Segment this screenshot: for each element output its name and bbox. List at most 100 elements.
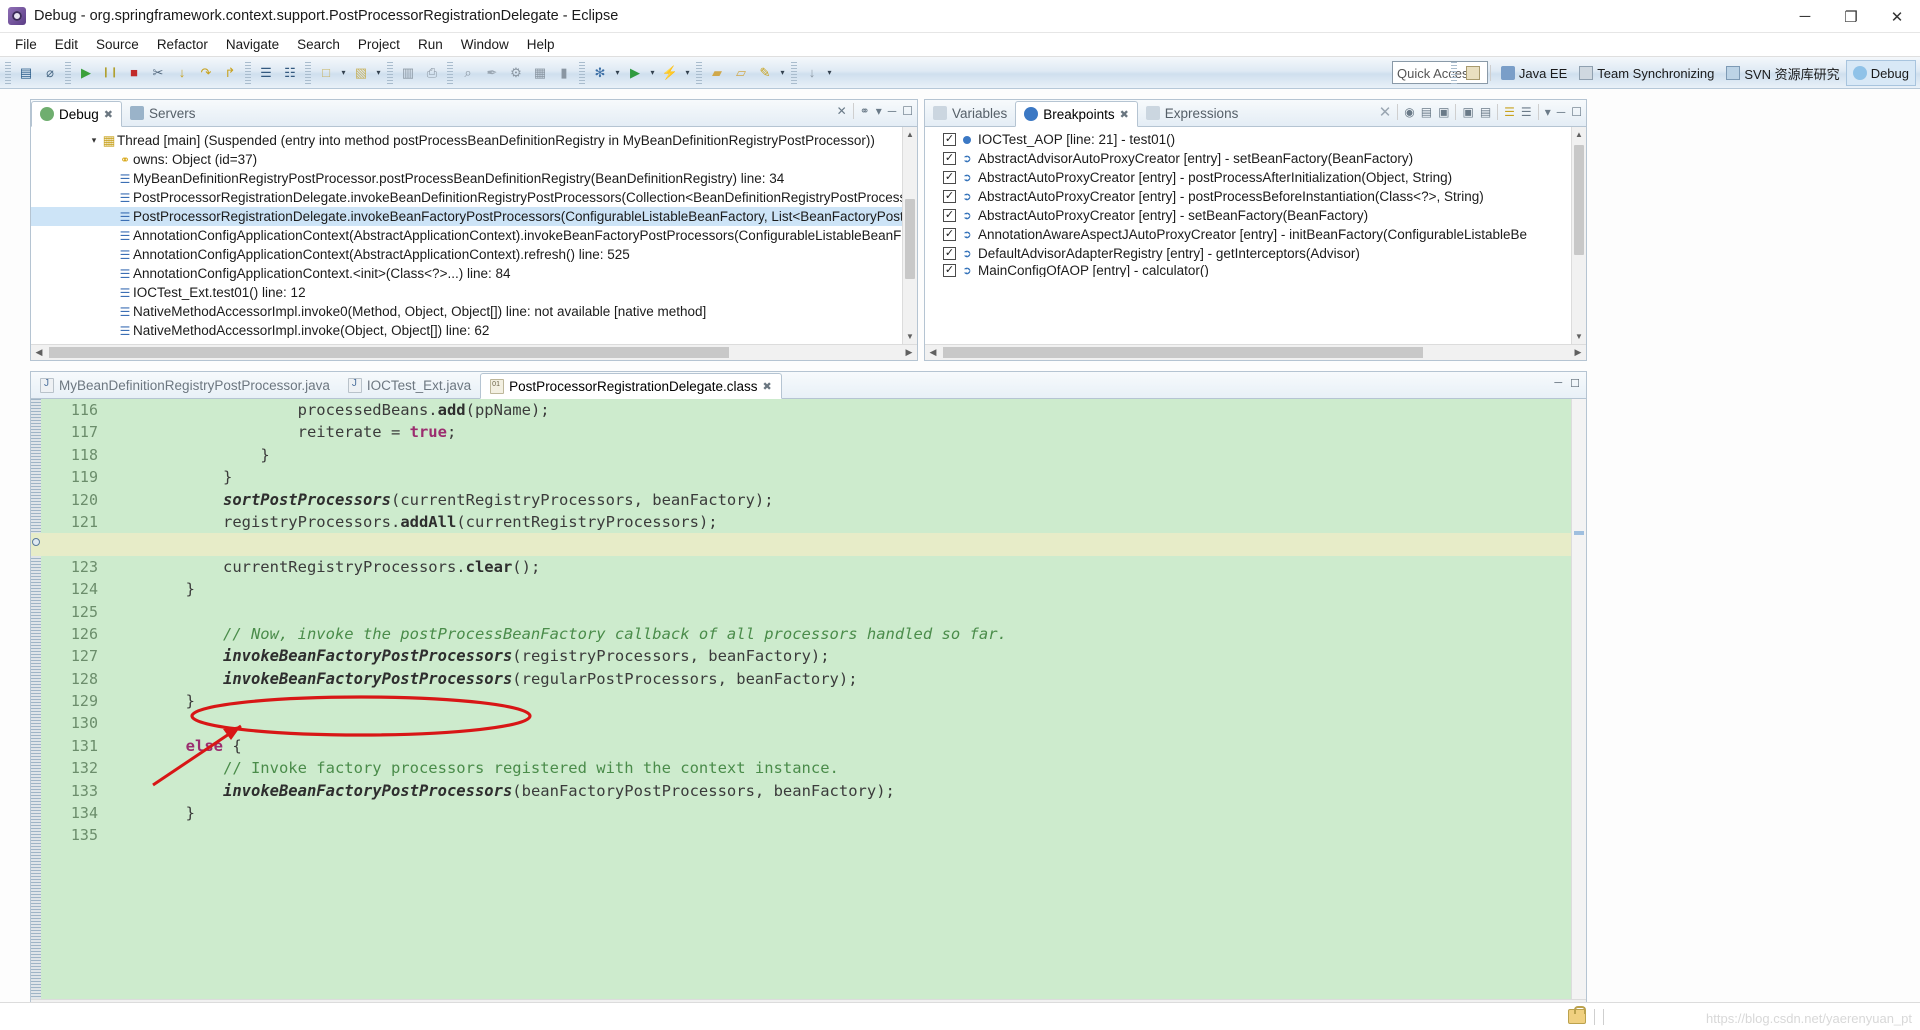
maximize-button[interactable]: ❐ <box>1828 0 1874 33</box>
breakpoint-checkbox[interactable]: ✓ <box>943 190 956 203</box>
breakpoint-checkbox[interactable]: ✓ <box>943 133 956 146</box>
scroll-left-icon[interactable]: ◀ <box>31 345 47 360</box>
stack-row[interactable]: ☰ AnnotationConfigApplicationContext(Abs… <box>31 226 917 245</box>
tab-variables[interactable]: Variables <box>925 100 1015 126</box>
code-line[interactable]: processedBeans.add(ppName); <box>105 399 1586 421</box>
search-button[interactable]: ⌕ <box>456 61 480 85</box>
open-folder-button[interactable]: ▰ <box>705 61 729 85</box>
stack-row[interactable]: ☰ NativeMethodAccessorImpl.invoke0(Metho… <box>31 302 917 321</box>
perspective-team-synchronizing[interactable]: Team Synchronizing <box>1573 60 1720 86</box>
skip-breakpoints-icon[interactable]: ☰ <box>1504 105 1515 119</box>
view-menu-icon[interactable]: ▾ <box>876 104 882 118</box>
collapse-all-icon[interactable]: ✕ <box>837 104 847 118</box>
run-launch-button[interactable]: ▶ <box>623 61 647 85</box>
code-area[interactable]: 116 117 118 119 120 121 122 123 124 125 … <box>31 399 1586 1015</box>
minimize-icon[interactable]: ─ <box>888 104 897 118</box>
step-return-button[interactable]: ↱ <box>218 61 242 85</box>
scroll-up-icon[interactable]: ▲ <box>1572 127 1586 142</box>
add-breakpoint-icon[interactable]: ▣ <box>1462 105 1473 119</box>
scroll-right-icon[interactable]: ▶ <box>901 345 917 360</box>
console-button[interactable]: ▦ <box>528 61 552 85</box>
maximize-icon[interactable]: ☐ <box>902 104 913 118</box>
scroll-up-icon[interactable]: ▲ <box>903 127 917 142</box>
step-into-button[interactable]: ↓ <box>170 61 194 85</box>
stack-row[interactable]: ▾ ▦ Thread [main] (Suspended (entry into… <box>31 131 917 150</box>
code-line[interactable]: } <box>105 444 1586 466</box>
minimize-icon[interactable]: ─ <box>1554 377 1562 390</box>
remove-all-icon[interactable]: ✕ <box>1379 103 1392 121</box>
list-item[interactable]: ✓ ➲ AnnotationAwareAspectJAutoProxyCreat… <box>925 225 1586 244</box>
toolbar-grip-3[interactable] <box>245 61 251 84</box>
menu-help[interactable]: Help <box>518 35 564 54</box>
code-line[interactable]: reiterate = true; <box>105 421 1586 443</box>
tab-breakpoints[interactable]: Breakpoints ✖ <box>1015 101 1138 127</box>
menu-source[interactable]: Source <box>87 35 148 54</box>
perspective-debug[interactable]: Debug <box>1845 60 1916 86</box>
toolbar-grip-9[interactable] <box>791 61 797 84</box>
new-folder-dropdown-icon[interactable]: ▾ <box>373 68 384 77</box>
scrollbar-thumb[interactable] <box>905 199 915 279</box>
scroll-left-icon[interactable]: ◀ <box>925 345 941 360</box>
code-line[interactable]: else { <box>105 735 1586 757</box>
code-line[interactable] <box>105 712 1586 734</box>
list-item[interactable]: ✓ ➲ AbstractAutoProxyCreator [entry] - s… <box>925 206 1586 225</box>
code-line[interactable]: registryProcessors.addAll(currentRegistr… <box>105 511 1586 533</box>
disconnect-button[interactable]: ✂ <box>146 61 170 85</box>
group-by-icon[interactable]: ▤ <box>1480 105 1491 119</box>
code-line[interactable]: invokeBeanFactoryPostProcessors(registry… <box>105 645 1586 667</box>
pencil-button[interactable]: ✒ <box>480 61 504 85</box>
stack-row[interactable]: ☰ AnnotationConfigApplicationContext.<in… <box>31 264 917 283</box>
tab-postprocessorregistrationdelegate[interactable]: PostProcessorRegistrationDelegate.class … <box>480 373 782 399</box>
scroll-down-icon[interactable]: ▼ <box>903 329 917 344</box>
stack-row-selected[interactable]: ☰ PostProcessorRegistrationDelegate.invo… <box>31 207 917 226</box>
code-line[interactable]: } <box>105 802 1586 824</box>
toolbar-grip-7[interactable] <box>579 61 585 84</box>
tab-servers[interactable]: Servers <box>122 100 204 126</box>
maximize-icon[interactable]: ☐ <box>1571 105 1582 119</box>
menu-window[interactable]: Window <box>452 35 518 54</box>
code-line[interactable]: sortPostProcessors(currentRegistryProces… <box>105 489 1586 511</box>
code-line[interactable]: // Invoke factory processors registered … <box>105 757 1586 779</box>
breakpoint-checkbox[interactable]: ✓ <box>943 171 956 184</box>
code-line[interactable]: // Now, invoke the postProcessBeanFactor… <box>105 623 1586 645</box>
editor-overview-ruler[interactable] <box>1571 399 1586 999</box>
menu-edit[interactable]: Edit <box>46 35 87 54</box>
perspective-svn[interactable]: SVN 资源库研究 <box>1720 60 1845 86</box>
code-line[interactable] <box>105 824 1586 846</box>
menu-refactor[interactable]: Refactor <box>148 35 217 54</box>
open-type-button[interactable]: ▱ <box>729 61 753 85</box>
minimize-button[interactable]: ─ <box>1782 0 1828 33</box>
coverage-button[interactable]: ⚡ <box>658 61 682 85</box>
terminate-button[interactable]: ■ <box>122 61 146 85</box>
debug-horizontal-scrollbar[interactable]: ◀ ▶ <box>31 344 917 360</box>
code-line[interactable]: invokeBeanFactoryPostProcessors(beanFact… <box>105 780 1586 802</box>
code-line[interactable]: invokeBeanFactoryPostProcessors(regularP… <box>105 668 1586 690</box>
list-item[interactable]: ✓ ➲ AbstractAdvisorAutoProxyCreator [ent… <box>925 149 1586 168</box>
save-all-button[interactable]: ▥ <box>396 61 420 85</box>
code-line[interactable]: } <box>105 578 1586 600</box>
print-button[interactable]: ⎙ <box>420 61 444 85</box>
breakpoint-checkbox[interactable]: ✓ <box>943 263 956 277</box>
breakpoint-checkbox[interactable]: ✓ <box>943 152 956 165</box>
menu-navigate[interactable]: Navigate <box>217 35 288 54</box>
scrollbar-thumb[interactable] <box>49 347 729 358</box>
run-launch-dropdown-icon[interactable]: ▾ <box>647 68 658 77</box>
breakpoints-menu-icon[interactable]: ☰ <box>1521 105 1532 119</box>
list-item[interactable]: ✓ ➲ DefaultAdvisorAdapterRegistry [entry… <box>925 244 1586 263</box>
perspective-java-ee[interactable]: Java EE <box>1495 60 1573 86</box>
close-icon[interactable]: ✖ <box>1120 108 1129 121</box>
new-wizard-dropdown-icon[interactable]: ▾ <box>338 68 349 77</box>
pin-button[interactable]: ▮ <box>552 61 576 85</box>
close-icon[interactable]: ✖ <box>104 108 113 121</box>
stack-row[interactable]: ☰ NativeMethodAccessorImpl.invoke(Object… <box>31 321 917 340</box>
stack-row[interactable]: ☰ IOCTest_Ext.test01() line: 12 <box>31 283 917 302</box>
menu-search[interactable]: Search <box>288 35 349 54</box>
debug-vertical-scrollbar[interactable]: ▲ ▼ <box>902 127 917 344</box>
annotate-button[interactable]: ✎ <box>753 61 777 85</box>
list-item[interactable]: ✓ ➲ MainConfigOfAOP [entry] - calculator… <box>925 263 1586 277</box>
breakpoints-vertical-scrollbar[interactable]: ▲ ▼ <box>1571 127 1586 344</box>
expand-icon[interactable]: ▤ <box>1421 105 1432 119</box>
close-button[interactable]: ✕ <box>1874 0 1920 33</box>
tab-mybeandefinitionregistrypostprocessor[interactable]: MyBeanDefinitionRegistryPostProcessor.ja… <box>31 372 339 398</box>
resume-button[interactable]: ▶ <box>74 61 98 85</box>
